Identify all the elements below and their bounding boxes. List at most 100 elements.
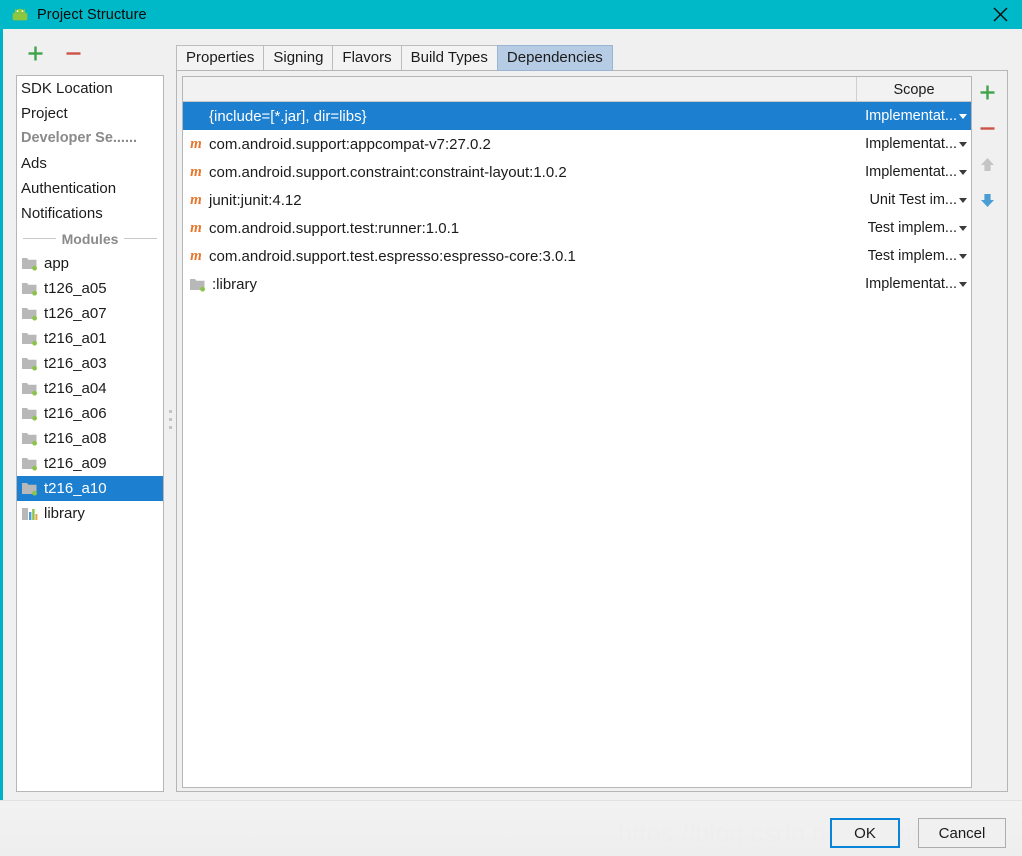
window-left-edge-inner [3,28,8,856]
sidebar-toolbar [16,43,166,71]
chevron-down-icon [959,281,967,287]
splitter-dot [168,426,172,429]
remove-module-button[interactable] [60,43,86,69]
sidebar-item-developer-se: Developer Se...... [21,130,138,146]
sidebar-item-ads[interactable]: Ads [17,151,163,176]
sidebar-item-sdk-location[interactable]: SDK Location [17,76,163,101]
sidebar-module-t216_a03[interactable]: t216_a03 [17,351,163,376]
splitter-dot [168,418,172,421]
close-icon[interactable] [978,0,1022,29]
table-header-row: Scope [183,77,971,102]
sidebar-module-t216_a01[interactable]: t216_a01 [17,326,163,351]
dependency-name-cell[interactable]: m com.android.support:appcompat-v7:27.0.2 [183,136,857,153]
sidebar-item-authentication[interactable]: Authentication [17,176,163,201]
chevron-down-icon [959,225,967,231]
module-folder-icon [21,331,38,346]
add-dependency-button[interactable] [973,77,1001,113]
tab-signing[interactable]: Signing [263,45,334,71]
sidebar-module-library[interactable]: library [17,501,163,526]
chevron-down-icon [959,141,967,147]
project-structure-dialog: Project Structure SDK Location Project D… [0,0,1022,856]
dependency-name-cell[interactable]: :library [183,276,857,293]
module-folder-icon [21,356,38,371]
module-label: app [44,255,70,272]
dependency-scope: Implementat... [865,136,957,152]
column-header-scope[interactable]: Scope [857,77,971,102]
sidebar-module-t216_a09[interactable]: t216_a09 [17,451,163,476]
dependency-scope: Test implem... [867,220,957,236]
module-label: t216_a06 [44,405,107,422]
tab-build-types[interactable]: Build Types [400,45,498,71]
cancel-button[interactable]: Cancel [918,818,1006,848]
sidebar-item-notifications[interactable]: Notifications [17,201,163,226]
sidebar-module-t126_a07[interactable]: t126_a07 [17,301,163,326]
maven-icon: m [190,135,202,152]
module-folder-icon [21,381,38,396]
dependency-scope-cell[interactable]: Implementat... [857,108,971,124]
move-down-button[interactable] [973,185,1001,221]
dependency-name-cell[interactable]: m junit:junit:4.12 [183,192,857,209]
minus-icon [979,120,996,142]
sidebar-module-t216_a10[interactable]: t216_a10 [17,476,163,501]
table-row[interactable]: m com.android.support.test:runner:1.0.1 Te… [183,214,971,242]
module-folder-icon [21,306,38,321]
panel-splitter-handle[interactable] [166,405,174,431]
splitter-dot [168,410,172,413]
dependency-name-cell[interactable]: m com.android.support.constraint:constrai… [183,164,857,181]
sidebar-module-t216_a08[interactable]: t216_a08 [17,426,163,451]
sidebar-module-t126_a05[interactable]: t126_a05 [17,276,163,301]
sidebar-module-app[interactable]: app [17,251,163,276]
dependency-scope: Unit Test im... [869,192,957,208]
module-folder-icon [21,256,38,271]
dependency-name: {include=[*.jar], dir=libs} [209,107,367,125]
module-label: t126_a05 [44,280,107,297]
module-label: library [44,505,85,522]
ok-button[interactable]: OK [830,818,900,848]
modules-header-label: Modules [61,230,119,247]
maven-icon: m [190,219,202,236]
dependency-name: junit:junit:4.12 [209,191,302,209]
remove-dependency-button[interactable] [973,113,1001,149]
tab-flavors[interactable]: Flavors [332,45,402,71]
dependency-scope: Implementat... [865,108,957,124]
table-row[interactable]: m junit:junit:4.12 Unit Test im... [183,186,971,214]
table-row[interactable]: :library Implementat... [183,270,971,298]
dependency-name-cell[interactable]: m com.android.support.test.espresso:espre… [183,248,857,265]
module-label: t216_a08 [44,430,107,447]
dependency-name-cell[interactable]: m com.android.support.test:runner:1.0.1 [183,220,857,237]
sidebar-list[interactable]: SDK Location Project Developer Se...... Ads… [16,75,164,792]
dependency-name-cell[interactable]: {include=[*.jar], dir=libs} [183,108,857,125]
plus-icon [979,84,996,106]
module-label: t216_a03 [44,355,107,372]
move-up-button[interactable] [973,149,1001,185]
tab-dependencies[interactable]: Dependencies [496,45,613,71]
sidebar-item-project[interactable]: Project [17,101,163,126]
chevron-down-icon [959,169,967,175]
tab-properties[interactable]: Properties [176,45,265,71]
dependency-scope-cell[interactable]: Test implem... [857,220,971,236]
dependencies-table[interactable]: Scope {include=[*.jar], dir=libs} Impleme… [182,76,972,788]
table-row[interactable]: m com.android.support.test.espresso:espre… [183,242,971,270]
dependency-name: com.android.support.constraint:constrain… [209,163,567,181]
dependency-scope-cell[interactable]: Unit Test im... [857,192,971,208]
dependency-scope-cell[interactable]: Implementat... [857,136,971,152]
table-row[interactable]: m com.android.support.constraint:constrai… [183,158,971,186]
add-module-button[interactable] [22,43,48,69]
dependency-scope-cell[interactable]: Test implem... [857,248,971,264]
sidebar-module-t216_a06[interactable]: t216_a06 [17,401,163,426]
table-row[interactable]: {include=[*.jar], dir=libs} Implementat..… [183,102,971,130]
module-folder-icon [21,406,38,421]
maven-icon: m [190,191,202,208]
table-row[interactable]: m com.android.support:appcompat-v7:27.0.2… [183,130,971,158]
module-folder-icon [21,281,38,296]
sidebar-module-t216_a04[interactable]: t216_a04 [17,376,163,401]
divider-left [23,238,56,239]
column-header-name[interactable] [183,77,857,102]
dependency-scope: Implementat... [865,276,957,292]
arrow-down-icon [979,192,996,214]
module-folder-icon [21,456,38,471]
module-label: t216_a09 [44,455,107,472]
dependency-scope-cell[interactable]: Implementat... [857,164,971,180]
dependency-scope-cell[interactable]: Implementat... [857,276,971,292]
dependency-scope: Test implem... [867,248,957,264]
